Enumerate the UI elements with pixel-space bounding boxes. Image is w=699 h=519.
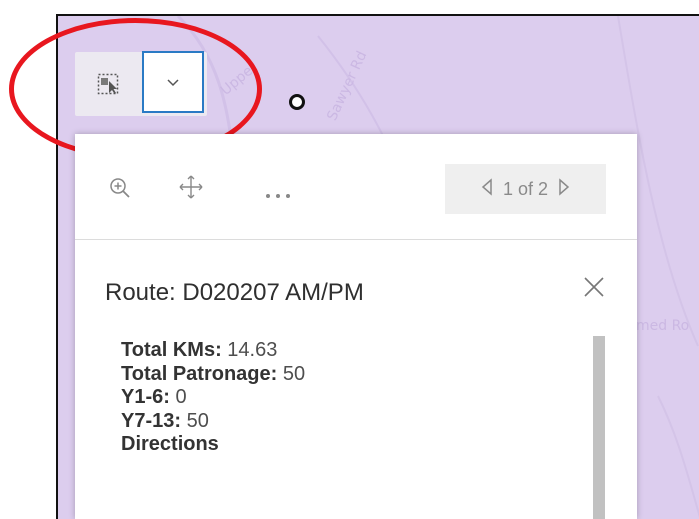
field-label: Directions [121,433,219,455]
select-features-button[interactable] [79,56,137,112]
road-label: med Ro [636,318,690,334]
chevron-right-icon [559,177,570,196]
more-actions-button[interactable] [265,186,295,204]
popup-action-bar: 1 of 2 [75,134,637,240]
field-value: 50 [186,409,209,432]
close-icon [584,277,604,297]
field-label: Y7-13: [121,409,182,432]
field-total-patronage: Total Patronage: 50 [121,363,541,387]
popup-fields: Total KMs: 14.63 Total Patronage: 50 Y1-… [121,339,541,457]
move-button[interactable] [178,174,204,205]
chevron-left-icon [481,177,492,196]
close-popup-button[interactable] [581,274,611,304]
zoom-to-icon [110,178,130,198]
zoom-to-button[interactable] [108,176,132,205]
location-marker[interactable] [289,94,305,110]
popup-title: Route: D020207 AM/PM [105,279,364,306]
field-value: 0 [175,386,187,408]
pager-text: 1 of 2 [502,178,549,199]
next-feature-button[interactable] [548,177,580,201]
more-icon [266,194,290,198]
field-label: Y1-6: [121,386,170,408]
selection-icon [97,73,119,95]
field-y7-13: Y7-13: 50 [121,410,541,434]
popup-scrollbar[interactable] [593,336,605,519]
field-value: 14.63 [227,339,278,361]
feature-pager: 1 of 2 [445,164,606,214]
move-icon [179,175,203,199]
selection-dropdown-button[interactable] [142,51,204,113]
field-total-kms: Total KMs: 14.63 [121,339,541,363]
field-label: Total KMs: [121,339,222,361]
previous-feature-button[interactable] [471,177,503,201]
field-label: Total Patronage: [121,362,278,385]
feature-popup: 1 of 2 Route: D020207 AM/PM Total KMs: 1… [75,134,637,519]
field-value: 50 [282,362,306,385]
field-directions: Directions [121,433,541,457]
field-y1-6: Y1-6: 0 [121,386,541,410]
chevron-down-icon [167,79,179,87]
